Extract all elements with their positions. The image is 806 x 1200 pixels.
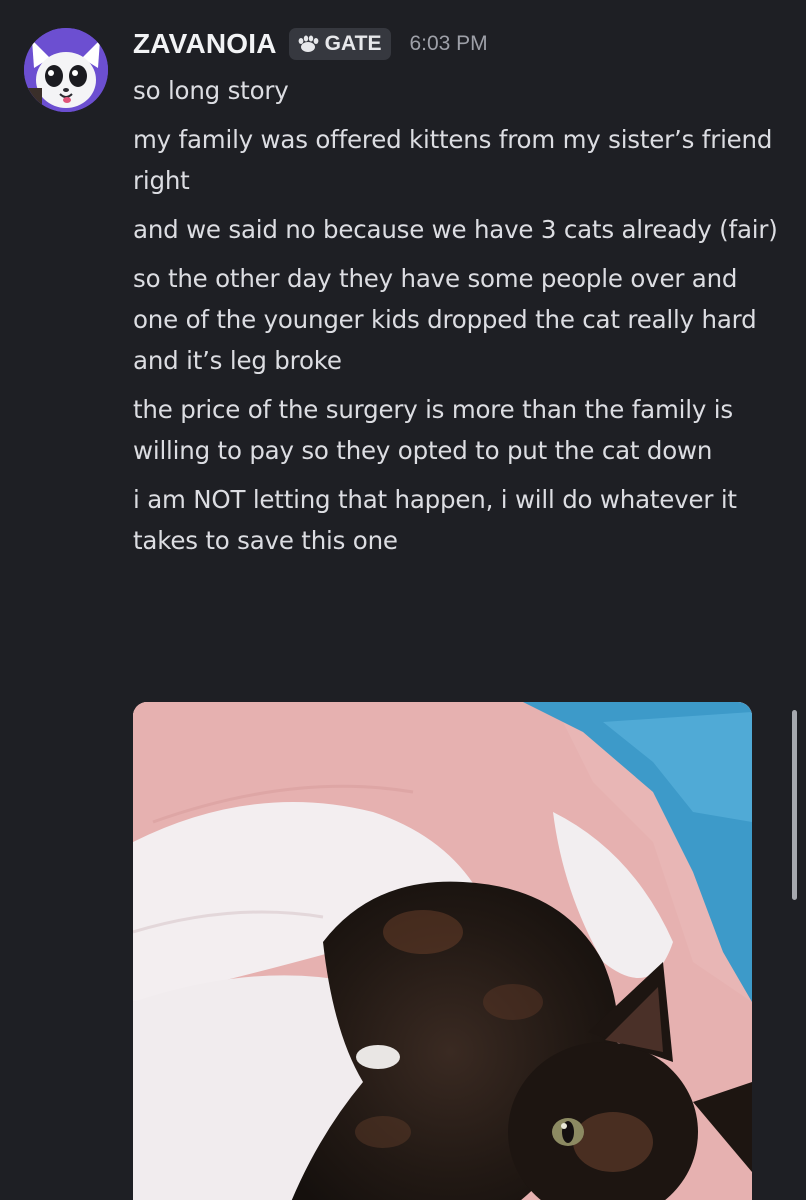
server-tag-label: GATE: [324, 32, 382, 55]
message-timestamp[interactable]: 6:03 PM: [409, 32, 487, 56]
image-attachment[interactable]: [133, 702, 752, 1200]
message-header: ZAVANOIA GATE 6:03 PM: [133, 26, 488, 62]
user-avatar[interactable]: [24, 28, 108, 112]
message-line[interactable]: so the other day they have some people o…: [133, 258, 783, 381]
message-line[interactable]: and we said no because we have 3 cats al…: [133, 209, 783, 250]
kitten-photo: [133, 702, 752, 1200]
message-line[interactable]: the price of the surgery is more than th…: [133, 389, 783, 471]
message-content: so long story my family was offered kitt…: [133, 70, 783, 569]
username[interactable]: ZAVANOIA: [133, 28, 277, 60]
message-line[interactable]: my family was offered kittens from my si…: [133, 119, 783, 201]
paw-icon: [298, 35, 319, 52]
server-tag-badge[interactable]: GATE: [288, 28, 392, 60]
message-line[interactable]: so long story: [133, 70, 783, 111]
cat-avatar-icon: [24, 28, 108, 112]
scrollbar-thumb[interactable]: [792, 710, 797, 900]
message-line[interactable]: i am NOT letting that happen, i will do …: [133, 479, 783, 561]
